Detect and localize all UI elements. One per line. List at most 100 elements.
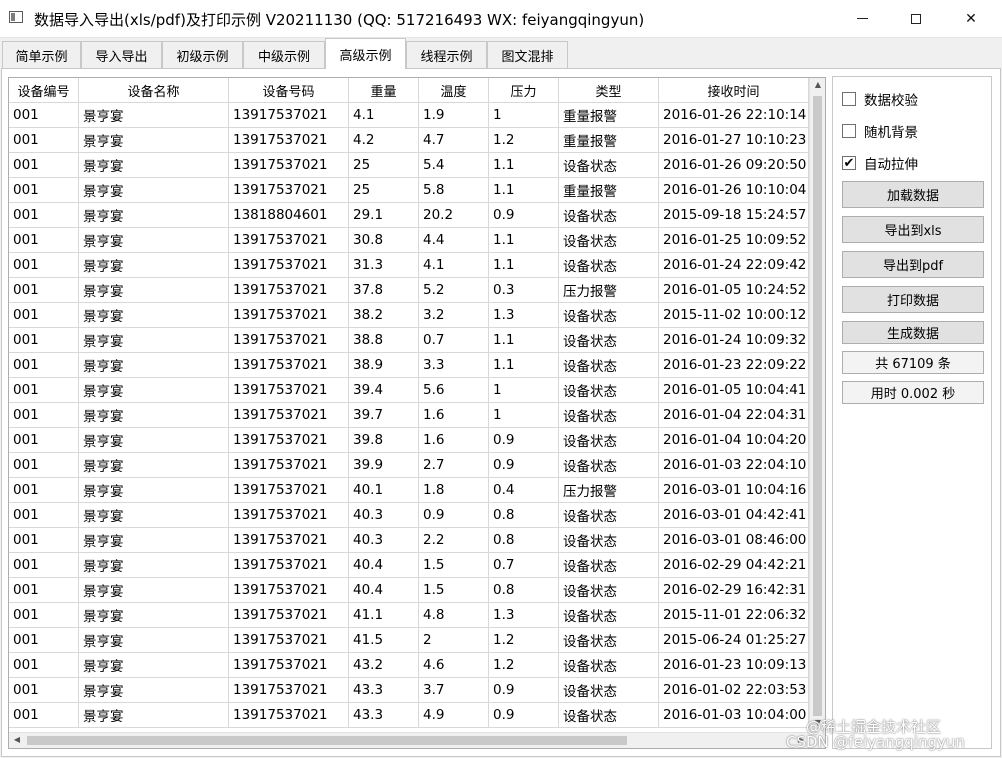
cell-device-number[interactable]: 13917537021 [229, 303, 349, 328]
cell-device-id[interactable]: 001 [9, 678, 79, 703]
cell-device-id[interactable]: 001 [9, 578, 79, 603]
cell-device-number[interactable]: 13917537021 [229, 503, 349, 528]
cell-device-name[interactable]: 景亨宴 [79, 128, 229, 153]
cell-device-name[interactable]: 景亨宴 [79, 178, 229, 203]
print-data-button[interactable]: 打印数据 [842, 286, 984, 313]
cell-device-id[interactable]: 001 [9, 353, 79, 378]
cell-pressure[interactable]: 0.9 [489, 703, 559, 728]
cell-pressure[interactable]: 1.2 [489, 653, 559, 678]
cell-device-id[interactable]: 001 [9, 203, 79, 228]
scroll-up-icon[interactable]: ▲ [810, 80, 825, 89]
cell-device-name[interactable]: 景亨宴 [79, 453, 229, 478]
cell-weight[interactable]: 39.7 [349, 403, 419, 428]
cell-device-id[interactable]: 001 [9, 228, 79, 253]
cell-temperature[interactable]: 3.2 [419, 303, 489, 328]
table-row[interactable]: 001 景亨宴 13917537021 4.1 1.9 1 重量报警 2016-01-26 2… [9, 103, 809, 128]
cell-type[interactable]: 设备状态 [559, 528, 659, 553]
table-row[interactable]: 001 景亨宴 13917537021 25 5.4 1.1 设备状态 2016-01-26 … [9, 153, 809, 178]
cell-pressure[interactable]: 1.1 [489, 328, 559, 353]
cell-pressure[interactable]: 0.7 [489, 553, 559, 578]
cell-pressure[interactable]: 1.3 [489, 303, 559, 328]
tab-import-export[interactable]: 导入导出 [81, 41, 162, 68]
cell-pressure[interactable]: 1.2 [489, 128, 559, 153]
cell-device-name[interactable]: 景亨宴 [79, 653, 229, 678]
cell-receive-time[interactable]: 2016-03-01 04:42:41 [659, 503, 809, 528]
cell-receive-time[interactable]: 2016-02-29 04:42:21 [659, 553, 809, 578]
cell-device-name[interactable]: 景亨宴 [79, 403, 229, 428]
cell-type[interactable]: 设备状态 [559, 253, 659, 278]
tab-mixed[interactable]: 图文混排 [487, 41, 568, 68]
cell-temperature[interactable]: 2 [419, 628, 489, 653]
cell-pressure[interactable]: 1 [489, 103, 559, 128]
table-row[interactable]: 001 景亨宴 13917537021 43.3 4.9 0.9 设备状态 2016-01-0… [9, 703, 809, 728]
cell-type[interactable]: 设备状态 [559, 428, 659, 453]
table-row[interactable]: 001 景亨宴 13917537021 39.4 5.6 1 设备状态 2016-01-05 … [9, 378, 809, 403]
cell-weight[interactable]: 40.3 [349, 503, 419, 528]
cell-temperature[interactable]: 1.6 [419, 428, 489, 453]
cell-type[interactable]: 设备状态 [559, 303, 659, 328]
cell-pressure[interactable]: 0.9 [489, 428, 559, 453]
cell-pressure[interactable]: 1.1 [489, 153, 559, 178]
cell-device-id[interactable]: 001 [9, 278, 79, 303]
table-row[interactable]: 001 景亨宴 13917537021 37.8 5.2 0.3 压力报警 2016-01-0… [9, 278, 809, 303]
cell-receive-time[interactable]: 2016-01-25 10:09:52 [659, 228, 809, 253]
column-header-type[interactable]: 类型 [559, 78, 659, 102]
cell-type[interactable]: 设备状态 [559, 553, 659, 578]
cell-device-id[interactable]: 001 [9, 378, 79, 403]
cell-type[interactable]: 设备状态 [559, 353, 659, 378]
cell-receive-time[interactable]: 2016-01-02 22:03:53 [659, 678, 809, 703]
cell-pressure[interactable]: 1.1 [489, 178, 559, 203]
close-button[interactable]: ✕ [948, 0, 994, 37]
cell-receive-time[interactable]: 2016-01-26 10:10:04 [659, 178, 809, 203]
cell-receive-time[interactable]: 2016-01-24 22:09:42 [659, 253, 809, 278]
data-table[interactable]: 设备编号 设备名称 设备号码 重量 温度 压力 类型 接收时间 001 景亨宴 139175370… [8, 77, 826, 749]
checkbox-auto-stretch[interactable]: ✔ 自动拉伸 [842, 153, 918, 173]
cell-device-number[interactable]: 13917537021 [229, 128, 349, 153]
cell-receive-time[interactable]: 2016-01-27 10:10:23 [659, 128, 809, 153]
cell-device-id[interactable]: 001 [9, 553, 79, 578]
cell-device-id[interactable]: 001 [9, 153, 79, 178]
cell-temperature[interactable]: 4.1 [419, 253, 489, 278]
column-header-weight[interactable]: 重量 [349, 78, 419, 102]
cell-device-name[interactable]: 景亨宴 [79, 103, 229, 128]
cell-type[interactable]: 设备状态 [559, 153, 659, 178]
cell-device-name[interactable]: 景亨宴 [79, 228, 229, 253]
cell-device-name[interactable]: 景亨宴 [79, 578, 229, 603]
tab-thread[interactable]: 线程示例 [406, 41, 487, 68]
cell-receive-time[interactable]: 2016-01-05 10:24:52 [659, 278, 809, 303]
cell-temperature[interactable]: 1.8 [419, 478, 489, 503]
cell-temperature[interactable]: 4.8 [419, 603, 489, 628]
cell-receive-time[interactable]: 2015-09-18 15:24:57 [659, 203, 809, 228]
cell-weight[interactable]: 40.3 [349, 528, 419, 553]
table-row[interactable]: 001 景亨宴 13917537021 4.2 4.7 1.2 重量报警 2016-01-27… [9, 128, 809, 153]
cell-temperature[interactable]: 5.8 [419, 178, 489, 203]
cell-type[interactable]: 设备状态 [559, 678, 659, 703]
table-row[interactable]: 001 景亨宴 13917537021 39.8 1.6 0.9 设备状态 2016-01-0… [9, 428, 809, 453]
cell-weight[interactable]: 4.1 [349, 103, 419, 128]
column-header-receive-time[interactable]: 接收时间 [659, 78, 809, 102]
cell-pressure[interactable]: 0.8 [489, 578, 559, 603]
cell-weight[interactable]: 41.1 [349, 603, 419, 628]
horizontal-scrollbar[interactable]: ◀ ▶ [9, 732, 809, 748]
cell-type[interactable]: 设备状态 [559, 328, 659, 353]
vertical-scroll-thumb[interactable] [813, 96, 822, 716]
cell-device-number[interactable]: 13917537021 [229, 153, 349, 178]
cell-weight[interactable]: 38.8 [349, 328, 419, 353]
cell-receive-time[interactable]: 2016-01-26 22:10:14 [659, 103, 809, 128]
cell-device-number[interactable]: 13917537021 [229, 278, 349, 303]
export-xls-button[interactable]: 导出到xls [842, 216, 984, 243]
cell-temperature[interactable]: 2.7 [419, 453, 489, 478]
cell-type[interactable]: 设备状态 [559, 628, 659, 653]
cell-weight[interactable]: 39.8 [349, 428, 419, 453]
cell-weight[interactable]: 25 [349, 178, 419, 203]
cell-type[interactable]: 设备状态 [559, 453, 659, 478]
cell-device-id[interactable]: 001 [9, 528, 79, 553]
cell-receive-time[interactable]: 2015-06-24 01:25:27 [659, 628, 809, 653]
cell-receive-time[interactable]: 2016-01-24 10:09:32 [659, 328, 809, 353]
cell-device-id[interactable]: 001 [9, 178, 79, 203]
cell-type[interactable]: 设备状态 [559, 203, 659, 228]
cell-device-number[interactable]: 13917537021 [229, 403, 349, 428]
cell-receive-time[interactable]: 2016-01-05 10:04:41 [659, 378, 809, 403]
cell-pressure[interactable]: 1 [489, 378, 559, 403]
maximize-button[interactable] [893, 0, 939, 37]
